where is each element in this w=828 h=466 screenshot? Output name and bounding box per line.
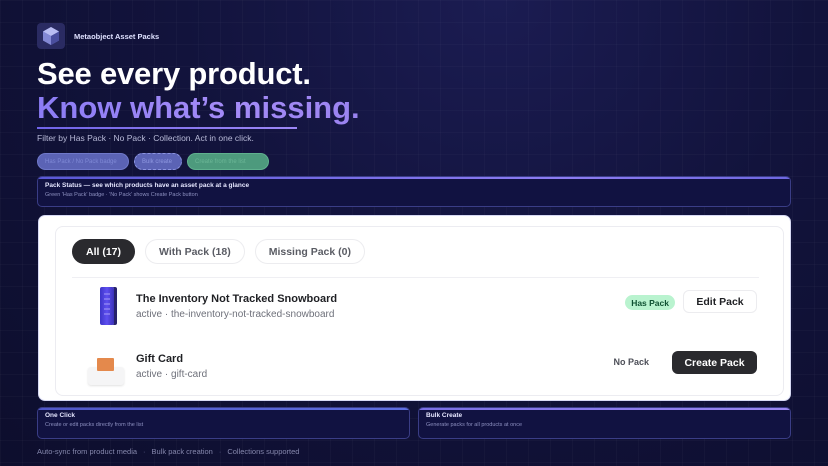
footer-item: Bulk pack creation (151, 447, 213, 456)
product-name[interactable]: The Inventory Not Tracked Snowboard (136, 293, 337, 305)
brand-name: Metaobject Asset Packs (74, 31, 160, 41)
app-preview: All (17) With Pack (18) Missing Pack (0)… (38, 215, 791, 401)
feature-chips: Has Pack / No Pack badge Bulk create Cre… (37, 153, 269, 170)
feature-description: Create or edit packs directly from the l… (45, 422, 144, 428)
feature-title: One Click (45, 412, 75, 419)
has-pack-badge: Has Pack (625, 295, 675, 310)
product-meta: active · gift-card (136, 369, 208, 380)
tab-all[interactable]: All (17) (72, 239, 136, 264)
feature-card-one-click: One Click Create or edit packs directly … (37, 407, 410, 439)
footer-separator: · (218, 447, 222, 456)
product-name[interactable]: Gift Card (136, 353, 183, 365)
create-pack-button[interactable]: Create Pack (672, 351, 757, 374)
chip-create-from-list: Create from the list (187, 153, 269, 170)
pack-status-title: Pack Status — see which products have an… (45, 182, 250, 189)
pack-status-card: Pack Status — see which products have an… (37, 176, 791, 207)
feature-description: Generate packs for all products at once (426, 422, 522, 428)
hero-subtitle: Filter by Has Pack · No Pack · Collectio… (37, 133, 254, 143)
pack-status-description: Green 'Has Pack' badge · 'No Pack' shows… (45, 192, 198, 198)
cube-crystal-icon (37, 23, 65, 49)
product-row: Gift Card active · gift-card No Pack Cre… (72, 347, 759, 395)
footer: Auto-sync from product media · Bulk pack… (37, 447, 299, 456)
chip-bulk-create: Bulk create (134, 153, 182, 170)
tab-missing-pack[interactable]: Missing Pack (0) (254, 239, 365, 264)
chip-badge: Has Pack / No Pack badge (37, 153, 129, 170)
product-list-panel: All (17) With Pack (18) Missing Pack (0)… (55, 226, 784, 396)
snowboard-icon (96, 287, 118, 325)
divider (72, 277, 759, 278)
feature-card-bulk-create: Bulk Create Generate packs for all produ… (418, 407, 791, 439)
brand: Metaobject Asset Packs (37, 23, 159, 49)
feature-title: Bulk Create (426, 412, 463, 419)
edit-pack-button[interactable]: Edit Pack (683, 290, 757, 313)
product-row: The Inventory Not Tracked Snowboard acti… (72, 287, 759, 335)
headline-line-2: Know what’s missing. (37, 90, 360, 125)
gift-card-icon (88, 355, 124, 385)
tab-with-pack[interactable]: With Pack (18) (145, 239, 245, 264)
no-pack-label: No Pack (613, 357, 649, 367)
footer-item: Auto-sync from product media (37, 447, 138, 456)
headline-line-1: See every product. (37, 56, 311, 91)
footer-item: Collections supported (227, 447, 300, 456)
product-meta: active · the-inventory-not-tracked-snowb… (136, 309, 335, 320)
filter-tabs: All (17) With Pack (18) Missing Pack (0) (72, 239, 365, 264)
headline-underline (37, 127, 297, 129)
footer-separator: · (143, 447, 146, 456)
